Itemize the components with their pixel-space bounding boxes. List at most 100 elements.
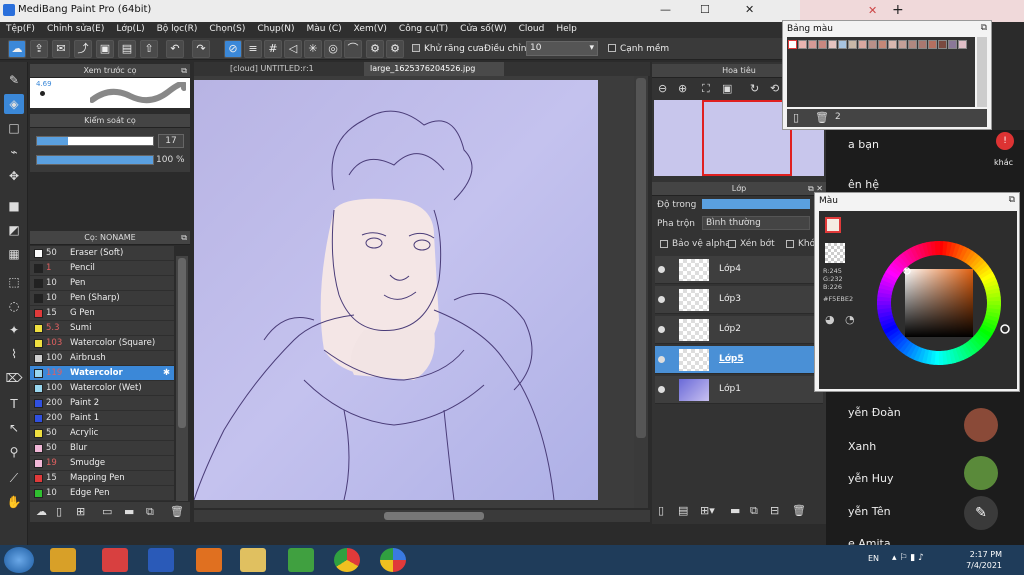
cloud-icon[interactable]: ☁	[8, 40, 26, 58]
navigator-viewport[interactable]	[702, 100, 792, 176]
text-tool-icon[interactable]: T	[4, 394, 24, 414]
folder-icon[interactable]: ▬	[124, 505, 134, 518]
magic-wand-tool-icon[interactable]: ✦	[4, 320, 24, 340]
color-window-menu-icon[interactable]: ⧉	[1009, 195, 1015, 205]
canvas-vscrollbar[interactable]	[634, 76, 648, 508]
chat-item-3[interactable]: Xanh	[848, 440, 876, 453]
brush-item[interactable]: 50 Eraser (Soft)	[30, 246, 174, 261]
layer-row[interactable]: Lớp3	[655, 286, 823, 314]
delete-palette-icon[interactable]: 🗑	[815, 111, 829, 124]
redo-icon[interactable]: ↷	[192, 40, 210, 58]
palette-swatch[interactable]	[868, 40, 877, 49]
avatar[interactable]	[964, 456, 998, 490]
visibility-icon[interactable]	[658, 266, 665, 273]
browser-new-tab-icon[interactable]: +	[892, 2, 904, 18]
palette-swatch[interactable]	[908, 40, 917, 49]
brush-item[interactable]: 103 Watercolor (Square)	[30, 336, 174, 351]
add-brush-cloud-icon[interactable]: ☁	[36, 505, 47, 518]
delete-layer-icon[interactable]: 🗑	[792, 504, 806, 517]
divide-tool-icon[interactable]: ⟋	[4, 468, 24, 488]
shape-tool-icon[interactable]: □	[4, 118, 24, 138]
layer-row[interactable]: Lớp2	[655, 316, 823, 344]
menu-cloud[interactable]: Cloud	[513, 22, 551, 38]
menu-color[interactable]: Màu (C)	[301, 22, 348, 38]
palette-swatch[interactable]	[898, 40, 907, 49]
brush-item[interactable]: 200 Paint 1	[30, 411, 174, 426]
brush-item[interactable]: 10 Pen (Sharp)	[30, 291, 174, 306]
pen-tool-icon[interactable]: ⌁	[4, 142, 24, 162]
layer-row[interactable]: Lớp5	[655, 346, 823, 374]
menu-file[interactable]: Tệp(F)	[0, 22, 41, 38]
brush-item[interactable]: 100 Watercolor (Wet)	[30, 381, 174, 396]
new-brush-icon[interactable]: ▯	[56, 505, 62, 518]
curve-snap-icon[interactable]: ⌒	[344, 40, 362, 58]
brush-item[interactable]: 15 G Pen	[30, 306, 174, 321]
color-wheel[interactable]	[869, 211, 1013, 387]
snap-off-icon[interactable]: ⊘	[224, 40, 242, 58]
folder-icon[interactable]: ▬	[730, 504, 740, 517]
close-button[interactable]: ✕	[745, 3, 754, 16]
game-app-icon[interactable]	[50, 548, 76, 572]
new-icon[interactable]: ▣	[96, 40, 114, 58]
operation-tool-icon[interactable]: ↖	[4, 418, 24, 438]
word-app-icon[interactable]	[148, 548, 174, 572]
save-icon[interactable]: ▤	[118, 40, 136, 58]
medibang-app-icon[interactable]	[380, 548, 406, 572]
layer-row[interactable]: Lớp1	[655, 376, 823, 404]
menu-capture[interactable]: Chụp(N)	[251, 22, 300, 38]
layer-row[interactable]: Lớp4	[655, 256, 823, 284]
brush-item[interactable]: 15 Mapping Pen	[30, 471, 174, 486]
move-tool-icon[interactable]: ✥	[4, 166, 24, 186]
canvas-hscrollbar[interactable]	[194, 510, 650, 522]
minimize-button[interactable]: —	[660, 3, 671, 16]
menu-filter[interactable]: Bộ lọc(R)	[151, 22, 204, 38]
brush-list-scrollbar[interactable]	[176, 256, 188, 501]
palette-swatch[interactable]	[958, 40, 967, 49]
antialias-checkbox[interactable]	[412, 44, 420, 52]
merge-down-icon[interactable]: ⊟	[770, 504, 779, 517]
size-value[interactable]: 17	[158, 134, 184, 148]
select-pen-tool-icon[interactable]: ⌇	[4, 344, 24, 364]
transparent-swatch[interactable]	[825, 243, 845, 263]
chat-item-4[interactable]: yễn Huy	[848, 472, 894, 485]
duplicate-icon[interactable]: ⧉	[146, 505, 154, 519]
chat-item-5[interactable]: yễn Tên	[848, 505, 891, 518]
brush-item[interactable]: 19 Smudge	[30, 456, 174, 471]
palette-swatch[interactable]	[838, 40, 847, 49]
hand-tool-icon[interactable]: ✋	[4, 492, 24, 512]
add-layer-menu-icon[interactable]: ⊞▾	[700, 504, 715, 517]
brush-item[interactable]: 1 Pencil	[30, 261, 174, 276]
palette-swatch[interactable]	[948, 40, 957, 49]
fill-rect-tool-icon[interactable]: ■	[4, 196, 24, 216]
select-tool-icon[interactable]: ⬚	[4, 272, 24, 292]
adjust-select[interactable]: 10 ▾	[526, 41, 598, 56]
eraser-tool-icon[interactable]: ◈	[4, 94, 24, 114]
panel-menu-icon[interactable]: ⧉	[181, 64, 187, 78]
brush-item[interactable]: 200 Paint 2	[30, 396, 174, 411]
blend-select[interactable]: Bình thường	[702, 216, 810, 230]
language-indicator[interactable]: EN	[868, 554, 879, 563]
select-eraser-tool-icon[interactable]: ⌦	[4, 368, 24, 388]
palette-swatch[interactable]	[798, 40, 807, 49]
zoom-out-icon[interactable]: ⊖	[658, 82, 667, 95]
perspective-snap-icon[interactable]: ◁	[284, 40, 302, 58]
palette-swatch[interactable]	[938, 40, 947, 49]
grid-snap-icon[interactable]: #	[264, 40, 282, 58]
palette-scrollbar[interactable]	[977, 37, 987, 107]
brush-item[interactable]: 100 Airbrush	[30, 351, 174, 366]
bucket-tool-icon[interactable]: ◩	[4, 220, 24, 240]
menu-edit[interactable]: Chỉnh sửa(E)	[41, 22, 110, 38]
opacity-slider[interactable]	[36, 155, 154, 165]
palette-swatch[interactable]	[818, 40, 827, 49]
visibility-icon[interactable]	[658, 326, 665, 333]
lock-checkbox[interactable]	[786, 240, 794, 248]
clipping-checkbox[interactable]	[728, 240, 736, 248]
protect-alpha-checkbox[interactable]	[660, 240, 668, 248]
tab-cloud-untitled[interactable]: [cloud] UNTITLED:r:1	[224, 62, 320, 76]
upload-icon[interactable]: ⇪	[30, 40, 48, 58]
radial-snap-icon[interactable]: ✳	[304, 40, 322, 58]
menu-help[interactable]: Help	[550, 22, 583, 38]
palette-swatch[interactable]	[828, 40, 837, 49]
color-palette-icon[interactable]: ◕	[825, 313, 835, 326]
palette-swatch[interactable]	[858, 40, 867, 49]
